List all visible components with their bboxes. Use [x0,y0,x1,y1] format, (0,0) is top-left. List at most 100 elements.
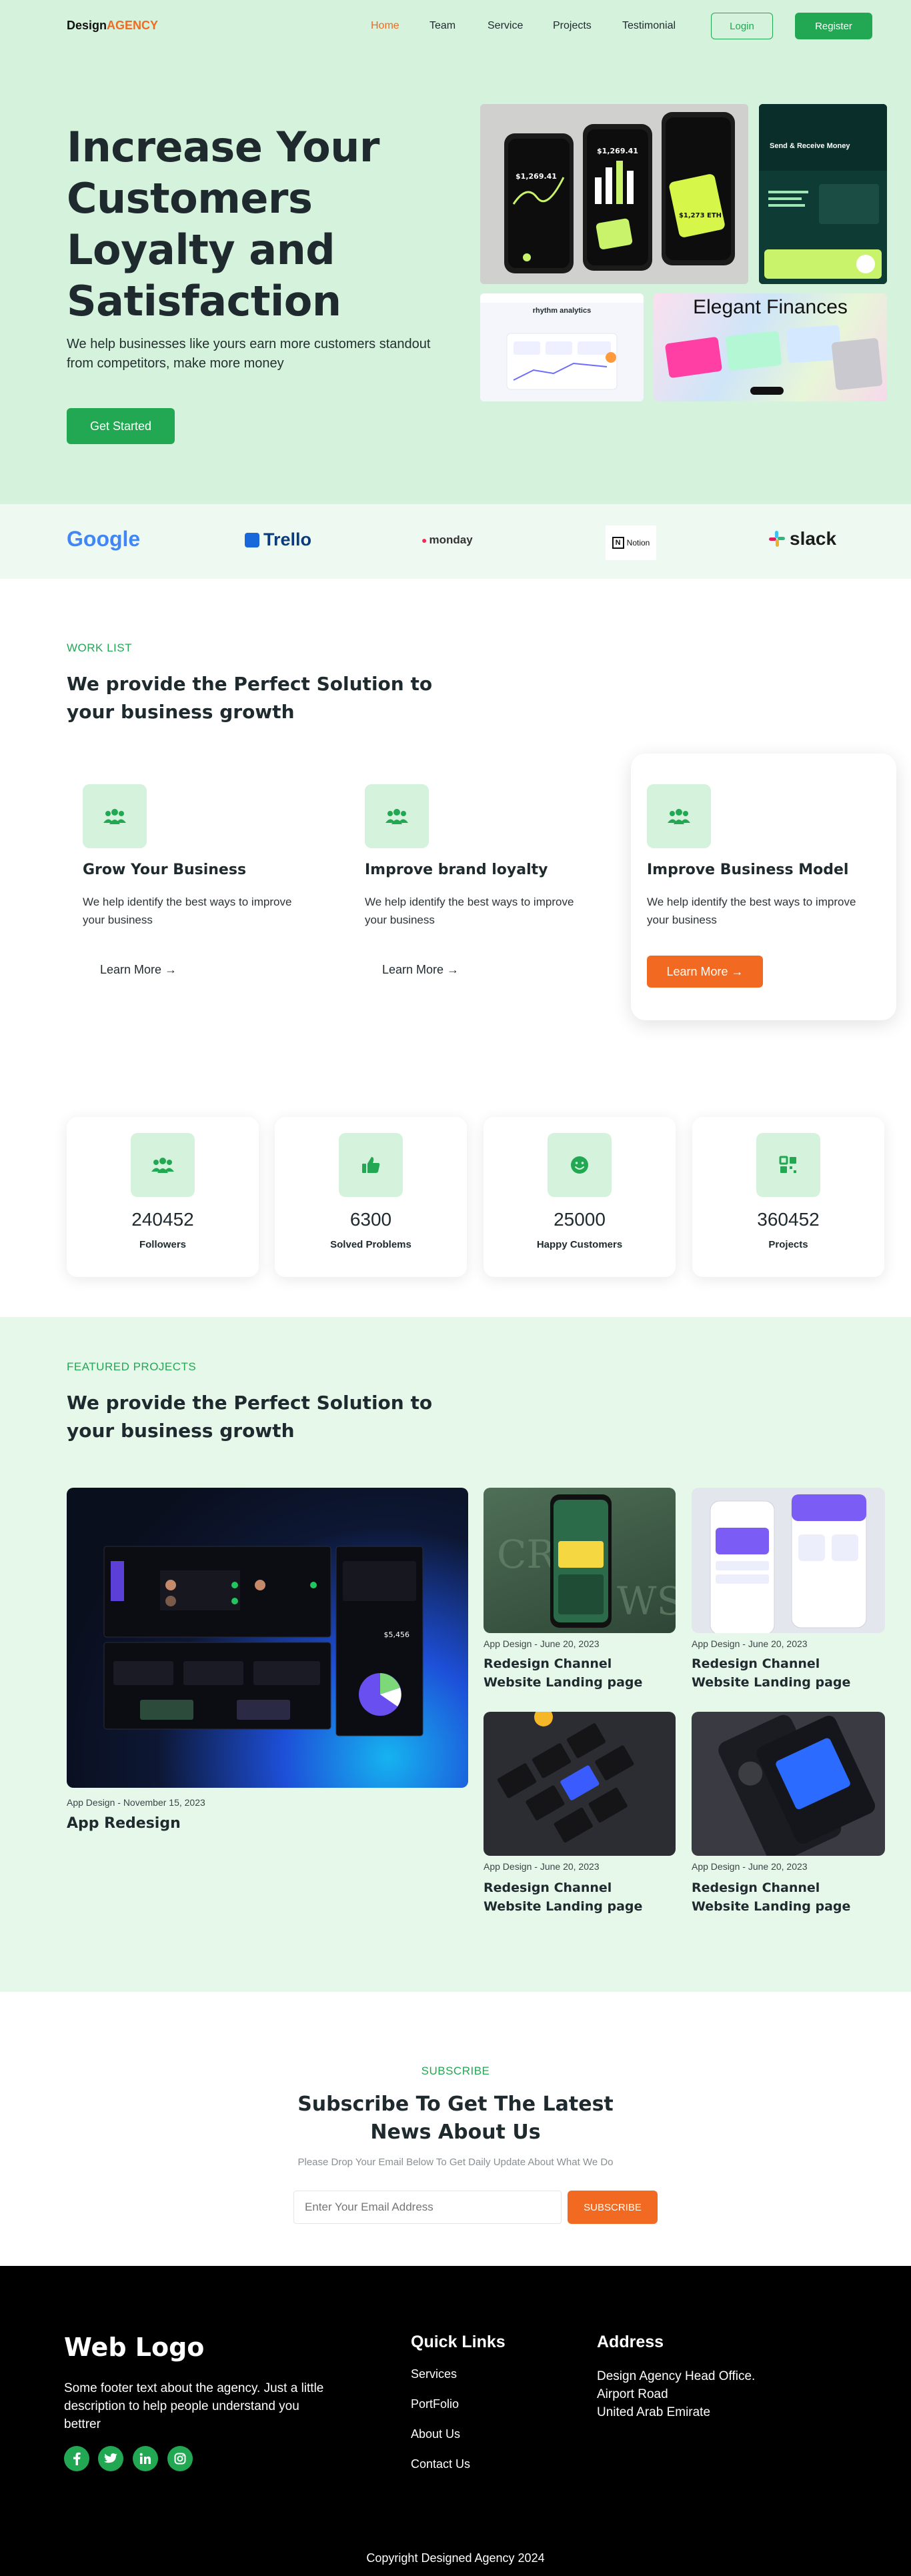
project-meta: App Design - November 15, 2023 [67,1797,205,1808]
register-button[interactable]: Register [795,13,872,39]
project-main-amount: $5,456 [384,1630,410,1639]
nav-service[interactable]: Service [488,20,523,32]
footer-logo[interactable]: Web Logo [64,2333,204,2362]
monday-logo: ● monday [421,533,473,547]
preview-finances-title: Elegant Finances [693,296,848,318]
work-card-grow: Grow Your Business We help identify the … [67,754,332,1020]
slack-logo: slack [768,528,836,549]
hero-preview-teal-card: Send & Receive Money [759,104,887,284]
stat-value: 360452 [757,1209,820,1230]
google-logo-text: Google [67,527,141,551]
work-card-model: Improve Business Model We help identify … [631,754,896,1020]
featured-section-title: We provide the Perfect Solution to your … [67,1392,433,1442]
project-title[interactable]: Redesign Channel Website Landing page [484,1878,670,1916]
address-line: United Arab Emirate [597,2405,711,2419]
footer-description: Some footer text about the agency. Just … [64,2381,324,2431]
subscribe-description: Please Drop Your Email Below To Get Dail… [297,2157,614,2168]
learn-more-link[interactable]: Learn More → [382,963,459,977]
hero-section: DesignAGENCY Home Team Service Projects … [0,0,911,504]
learn-more-button[interactable]: Learn More → [647,956,763,988]
project-thumb-3[interactable] [484,1712,676,1856]
project-thumb-4[interactable] [692,1712,885,1856]
work-card-title: Improve brand loyalty [365,862,548,878]
logo-main-text: Design [67,19,107,32]
subscribe-eyebrow: SUBSCRIBE [421,2065,490,2077]
project-title[interactable]: App Redesign [67,1814,181,1833]
work-eyebrow: WORK LIST [67,641,133,654]
work-card-icon-box [83,784,147,848]
stat-card-solved: 6300 Solved Problems [275,1117,467,1277]
stat-icon-box [756,1133,820,1197]
notion-logo: N Notion [606,525,656,560]
project-meta: App Design - June 20, 2023 [692,1638,808,1649]
stat-label: Projects [768,1239,808,1250]
nav-home[interactable]: Home [371,20,399,32]
work-card-text: We help identify the best ways to improv… [83,896,292,926]
users-icon [103,809,126,824]
trello-logo-text: Trello [263,529,312,549]
stat-label: Followers [139,1239,186,1250]
work-card-icon-box [647,784,711,848]
stat-card-projects: 360452 Projects [692,1117,884,1277]
stat-label: Happy Customers [536,1239,623,1250]
project-title[interactable]: Redesign Channel Website Landing page [692,1878,878,1916]
footer: Web Logo Some footer text about the agen… [0,2266,911,2576]
footer-link-contact[interactable]: Contact Us [411,2457,470,2471]
work-card-loyalty: Improve brand loyalty We help identify t… [349,754,614,1020]
logo-accent-text: AGENCY [107,19,159,32]
thumbs-up-icon [362,1157,380,1173]
hero-title: Increase Your Customers Loyalty and Sati… [67,123,379,325]
project-title[interactable]: Redesign Channel Website Landing page [484,1654,670,1692]
nav-team[interactable]: Team [429,20,455,32]
trello-logo: Trello [245,529,311,550]
get-started-button[interactable]: Get Started [67,408,175,444]
users-icon [151,1158,174,1173]
work-card-title: Grow Your Business [83,862,247,878]
stat-icon-box [548,1133,612,1197]
project-thumb-1[interactable]: CR WS [484,1488,676,1633]
instagram-icon[interactable] [167,2446,193,2471]
subscribe-button[interactable]: SUBSCRIBE [568,2191,658,2224]
twitter-icon[interactable] [98,2446,123,2471]
nav-testimonial[interactable]: Testimonial [622,20,676,32]
login-button[interactable]: Login [711,13,773,39]
hero-preview-finances: Elegant Finances [654,293,887,401]
featured-eyebrow: FEATURED PROJECTS [67,1360,197,1373]
work-card-text: We help identify the best ways to improv… [365,896,574,926]
stat-card-customers: 25000 Happy Customers [484,1117,676,1277]
footer-link-services[interactable]: Services [411,2367,457,2381]
preview-analytics-title: rhythm analytics [532,307,592,315]
stat-value: 240452 [131,1209,194,1230]
slack-logo-text: slack [790,528,837,549]
stat-card-followers: 240452 Followers [67,1117,259,1277]
stat-icon-box [131,1133,195,1197]
hero-subtitle: We help businesses like yours earn more … [67,337,431,371]
monday-icon: ● [421,535,427,545]
preview-eth: $1,273 ETH [679,212,722,219]
address-line: Airport Road [597,2387,668,2401]
stat-value: 6300 [349,1209,392,1230]
hero-preview-phones: $1,269.41 $1,269.41 $1,273 ETH [480,104,748,284]
users-icon [668,809,690,824]
facebook-icon[interactable] [64,2446,89,2471]
email-input[interactable] [293,2191,562,2224]
featured-projects-section: FEATURED PROJECTS We provide the Perfect… [0,1317,911,1992]
footer-link-about[interactable]: About Us [411,2427,460,2441]
linkedin-icon[interactable] [133,2446,158,2471]
google-logo: Google [67,527,140,551]
project-title[interactable]: Redesign Channel Website Landing page [692,1654,878,1692]
site-logo[interactable]: DesignAGENCY [67,19,158,33]
work-card-icon-box [365,784,429,848]
preview-balance-1: $1,269.41 [516,172,557,181]
project-main-image[interactable]: $5,456 [67,1488,468,1788]
trello-icon [245,532,259,547]
learn-more-link[interactable]: Learn More → [100,963,177,977]
quick-links-heading: Quick Links [411,2333,506,2351]
project-thumb-2[interactable] [692,1488,885,1633]
smile-icon [571,1156,588,1174]
footer-link-portfolio[interactable]: PortFolio [411,2397,459,2411]
project-meta: App Design - June 20, 2023 [484,1861,600,1872]
subscribe-title: Subscribe To Get The Latest News About U… [297,2093,614,2144]
nav-projects[interactable]: Projects [553,20,592,32]
copyright: Copyright Designed Agency 2024 [366,2551,545,2565]
